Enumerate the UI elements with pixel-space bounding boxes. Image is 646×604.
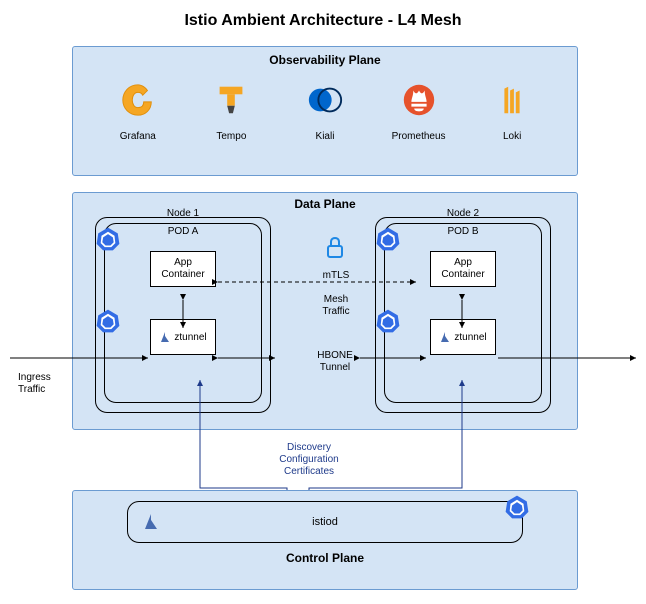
obs-label: Prometheus xyxy=(383,131,455,142)
k8s-icon xyxy=(504,494,530,520)
prometheus-icon xyxy=(400,81,438,119)
app-container: App Container xyxy=(430,251,496,287)
k8s-icon xyxy=(375,308,401,334)
grafana-icon xyxy=(119,81,157,119)
istio-icon xyxy=(439,330,451,344)
obs-label: Loki xyxy=(476,131,548,142)
mesh-label: Mesh Traffic xyxy=(316,294,356,318)
mtls-label: mTLS xyxy=(316,270,356,281)
istio-icon xyxy=(142,512,160,532)
obs-loki: Loki xyxy=(476,81,548,142)
tempo-icon xyxy=(212,81,250,119)
diagram-title: Istio Ambient Architecture - L4 Mesh xyxy=(0,0,646,30)
istio-icon xyxy=(159,330,171,344)
observability-plane: Observability Plane Grafana Tempo Kiali … xyxy=(72,46,578,176)
k8s-icon xyxy=(95,308,121,334)
istiod-box: istiod xyxy=(127,501,523,543)
obs-grafana: Grafana xyxy=(102,81,174,142)
obs-prometheus: Prometheus xyxy=(383,81,455,142)
control-title: Control Plane xyxy=(73,551,577,565)
ztunnel: ztunnel xyxy=(150,319,216,355)
k8s-icon xyxy=(375,226,401,252)
loki-icon xyxy=(493,81,531,119)
obs-label: Tempo xyxy=(195,131,267,142)
control-plane: istiod Control Plane xyxy=(72,490,578,590)
ingress-label: Ingress Traffic xyxy=(18,372,68,396)
obs-title: Observability Plane xyxy=(73,53,577,67)
obs-kiali: Kiali xyxy=(289,81,361,142)
discovery-label: Discovery Configuration Certificates xyxy=(269,442,349,478)
node-title: Node 1 xyxy=(104,208,262,219)
pod-a: POD A App Container ztunnel xyxy=(104,223,262,403)
pod-b: POD B App Container ztunnel xyxy=(384,223,542,403)
pod-title: POD A xyxy=(111,226,255,237)
obs-tempo: Tempo xyxy=(195,81,267,142)
node-2: Node 2 POD B App Container ztunnel xyxy=(375,217,551,413)
kiali-icon xyxy=(306,81,344,119)
hbone-label: HBONE Tunnel xyxy=(312,350,358,374)
app-container: App Container xyxy=(150,251,216,287)
ztunnel: ztunnel xyxy=(430,319,496,355)
obs-label: Grafana xyxy=(102,131,174,142)
node-title: Node 2 xyxy=(384,208,542,219)
node-1: Node 1 POD A App Container ztunnel xyxy=(95,217,271,413)
pod-title: POD B xyxy=(391,226,535,237)
k8s-icon xyxy=(95,226,121,252)
obs-label: Kiali xyxy=(289,131,361,142)
